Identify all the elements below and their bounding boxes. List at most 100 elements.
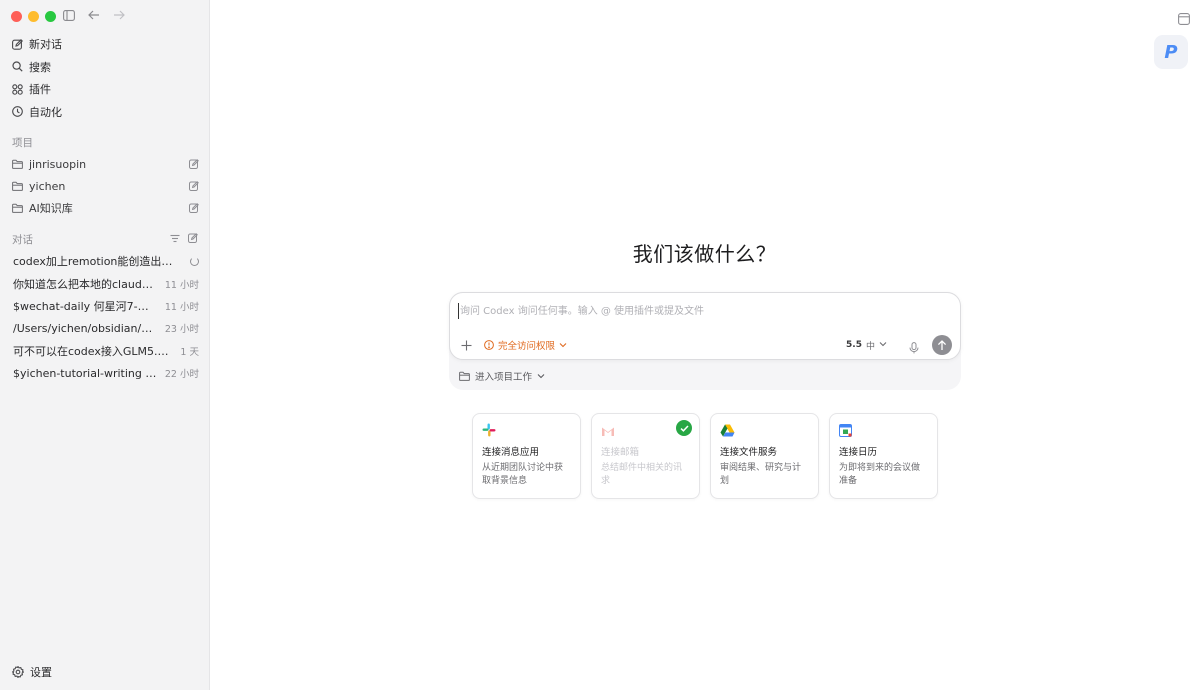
send-button[interactable] <box>932 335 952 355</box>
connector-cards: 连接消息应用 从近期团队讨论中获取背景信息 连接邮箱 总结邮件中相关的讯求 连接… <box>472 413 938 499</box>
conversation-item[interactable]: $wechat-daily 何星河7-生财帮... 11 小时 <box>0 295 210 317</box>
conversation-time: 11 小时 <box>164 301 199 313</box>
model-level: 中 <box>865 341 875 352</box>
conversation-item[interactable]: 可不可以在codex接入GLM5.1这种... 1 天 <box>0 340 210 362</box>
conversation-title: 可不可以在codex接入GLM5.1这种... <box>13 344 172 358</box>
conversation-item[interactable]: 你知道怎么把本地的claude app... 11 小时 <box>0 272 210 294</box>
conversation-list: codex加上remotion能创造出什么... 你知道怎么把本地的claude… <box>0 250 210 384</box>
sidebar-item-search[interactable]: 搜索 <box>0 56 210 79</box>
slack-icon <box>482 422 496 437</box>
app-window: 新对话 搜索 插件 自动化 项目 jinrisuopin yichen AI知识… <box>0 0 1200 690</box>
conversation-item[interactable]: /Users/yichen/obsidian/内容生... 23 小时 <box>0 317 210 339</box>
microphone-icon[interactable] <box>909 339 919 354</box>
filter-icon[interactable] <box>170 233 180 246</box>
folder-icon <box>12 203 23 214</box>
project-work-dropdown[interactable]: 进入项目工作 <box>459 369 545 383</box>
access-permission-dropdown[interactable]: 完全访问权限 <box>484 338 567 352</box>
chevron-down-icon <box>537 371 545 382</box>
window-controls <box>11 11 56 22</box>
new-chat-in-project-icon[interactable] <box>189 203 199 213</box>
card-description: 为即将到来的会议做准备 <box>839 463 921 487</box>
conversation-title: /Users/yichen/obsidian/内容生... <box>13 322 157 336</box>
toolbar <box>62 8 126 22</box>
google-calendar-icon <box>839 422 853 437</box>
settings-button[interactable]: 设置 <box>11 664 52 680</box>
access-label: 完全访问权限 <box>498 341 556 352</box>
conversation-title: $yichen-tutorial-writing 我现... <box>13 367 157 381</box>
connected-check-icon <box>676 420 692 436</box>
project-item[interactable]: yichen <box>0 175 210 197</box>
conversation-time: 22 小时 <box>164 369 199 381</box>
panel-toggle-icon[interactable] <box>1178 10 1190 25</box>
project-label: yichen <box>29 179 66 193</box>
google-drive-icon <box>720 422 735 437</box>
search-icon <box>12 61 23 72</box>
conversation-title: $wechat-daily 何星河7-生财帮... <box>13 299 157 313</box>
settings-label: 设置 <box>30 666 52 679</box>
sidebar-nav: 新对话 搜索 插件 自动化 <box>0 33 210 123</box>
chevron-down-icon <box>879 340 887 350</box>
new-chat-in-project-icon[interactable] <box>189 159 199 169</box>
sidebar-item-label: 新对话 <box>29 38 62 52</box>
card-description: 审阅结果、研究与计划 <box>720 463 802 487</box>
card-title: 连接邮箱 <box>601 447 640 458</box>
composer: 完全访问权限 5.5 中 <box>449 292 961 360</box>
project-label: AI知识库 <box>29 202 73 215</box>
gear-icon <box>11 665 25 679</box>
project-list: jinrisuopin yichen AI知识库 <box>0 153 210 219</box>
card-title: 连接日历 <box>839 447 878 458</box>
model-version: 5.5 <box>846 340 862 350</box>
close-window-button[interactable] <box>11 11 22 22</box>
sidebar-item-automation[interactable]: 自动化 <box>0 101 210 124</box>
conversations-actions <box>170 233 198 246</box>
folder-icon <box>12 159 23 170</box>
project-item[interactable]: AI知识库 <box>0 197 210 219</box>
conversation-time: 23 小时 <box>164 324 199 336</box>
conversations-section-label: 对话 <box>12 234 33 246</box>
card-description: 总结邮件中相关的讯求 <box>601 463 683 487</box>
composer-container: 完全访问权限 5.5 中 <box>449 292 961 390</box>
card-title: 连接文件服务 <box>720 447 778 458</box>
sidebar-item-label: 搜索 <box>29 60 51 74</box>
model-selector[interactable]: 5.5 中 <box>846 339 887 352</box>
back-arrow-icon[interactable] <box>87 8 101 22</box>
sidebar-item-label: 自动化 <box>29 105 62 119</box>
forward-arrow-icon[interactable] <box>112 8 126 22</box>
chevron-down-icon <box>559 340 567 351</box>
projects-section-label: 项目 <box>12 137 33 149</box>
sidebar-item-new-chat[interactable]: 新对话 <box>0 33 210 56</box>
project-item[interactable]: jinrisuopin <box>0 153 210 175</box>
conversation-item[interactable]: $yichen-tutorial-writing 我现... 22 小时 <box>0 362 210 384</box>
composer-toolbar: 完全访问权限 5.5 中 <box>460 335 952 355</box>
page-title: 我们该做什么？ <box>632 242 777 266</box>
sidebar-item-label: 插件 <box>29 83 51 97</box>
zoom-window-button[interactable] <box>45 11 56 22</box>
warning-shield-icon <box>484 340 494 350</box>
sidebar: 新对话 搜索 插件 自动化 项目 jinrisuopin yichen AI知识… <box>0 0 210 690</box>
conversation-item[interactable]: codex加上remotion能创造出什么... <box>0 250 210 272</box>
connector-card-files[interactable]: 连接文件服务 审阅结果、研究与计划 <box>710 413 819 499</box>
folder-icon <box>12 181 23 192</box>
plugins-icon <box>12 83 23 95</box>
project-work-label: 进入项目工作 <box>475 372 533 383</box>
avatar[interactable]: P <box>1154 35 1188 69</box>
conversation-title: 你知道怎么把本地的claude app... <box>13 277 157 291</box>
card-description: 从近期团队讨论中获取背景信息 <box>482 463 564 487</box>
conversation-time: 11 小时 <box>164 279 199 291</box>
sidebar-item-plugins[interactable]: 插件 <box>0 78 210 101</box>
connector-card-messaging[interactable]: 连接消息应用 从近期团队讨论中获取背景信息 <box>472 413 581 499</box>
connector-card-email[interactable]: 连接邮箱 总结邮件中相关的讯求 <box>591 413 700 499</box>
clock-icon <box>12 106 23 118</box>
prompt-input[interactable] <box>458 303 938 319</box>
sidebar-toggle-icon[interactable] <box>62 8 76 22</box>
connector-card-calendar[interactable]: 连接日历 为即将到来的会议做准备 <box>829 413 938 499</box>
main-content: P 我们该做什么？ 完全访问权限 <box>210 0 1200 690</box>
card-title: 连接消息应用 <box>482 447 540 458</box>
gmail-icon <box>601 422 615 436</box>
loading-spinner-icon <box>190 256 199 266</box>
attach-plus-icon[interactable] <box>460 339 472 351</box>
new-chat-in-project-icon[interactable] <box>189 181 199 191</box>
new-chat-icon[interactable] <box>188 233 198 246</box>
folder-icon <box>459 371 470 382</box>
minimize-window-button[interactable] <box>28 11 39 22</box>
